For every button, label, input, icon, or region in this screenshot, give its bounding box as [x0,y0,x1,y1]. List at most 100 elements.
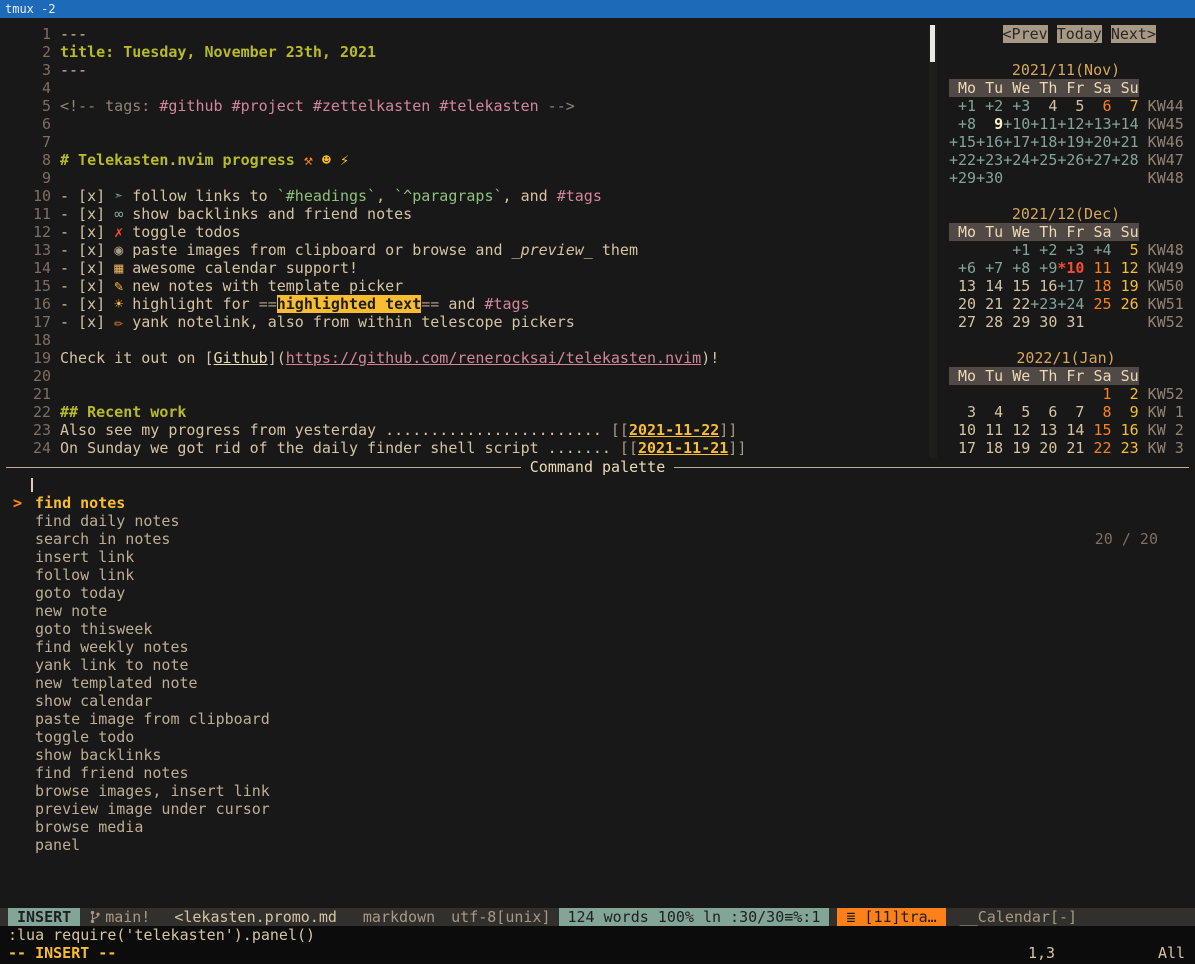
editor-line[interactable]: 11- [x] ∞ show backlinks and friend note… [8,205,929,223]
calendar-day[interactable]: 7 [1057,403,1084,421]
calendar-day[interactable]: 13 [1030,421,1057,439]
calendar-day[interactable]: 10 [949,421,976,439]
command-line[interactable]: :lua require('telekasten').panel() [0,926,1195,944]
calendar-day[interactable]: +9 [1030,259,1057,277]
calendar-day[interactable]: +11 [1030,115,1057,133]
calendar-day[interactable]: 6 [1030,403,1057,421]
github-link[interactable]: Github [214,349,268,367]
calendar-day[interactable]: +30 [976,169,1003,187]
palette-item[interactable]: goto thisweek [0,620,1195,638]
palette-item[interactable]: yank link to note [0,656,1195,674]
editor-line[interactable]: 16- [x] ☀ highlight for ==highlighted te… [8,295,929,313]
calendar-day[interactable]: +24 [1057,295,1084,313]
calendar-day[interactable]: 8 [1084,403,1111,421]
calendar-day[interactable]: 4 [1030,97,1057,115]
calendar-day[interactable]: 19 [1112,277,1139,295]
editor-line[interactable]: 17- [x] ✏ yank notelink, also from withi… [8,313,929,331]
editor-line[interactable]: 2title: Tuesday, November 23th, 2021 [8,43,929,61]
editor-line[interactable]: 1--- [8,25,929,43]
palette-prompt-input[interactable]: > 20 / 20 [0,476,1195,494]
calendar-day[interactable]: +23 [976,151,1003,169]
editor-pane[interactable]: 1---2title: Tuesday, November 23th, 2021… [0,25,929,458]
calendar-day[interactable]: +10 [1003,115,1030,133]
calendar-day[interactable]: 12 [1112,259,1139,277]
calendar-day[interactable]: 25 [1084,295,1111,313]
calendar-day[interactable]: +8 [949,115,976,133]
calendar-day[interactable]: +29 [949,169,976,187]
calendar-day[interactable]: 21 [976,295,1003,313]
calendar-day[interactable]: 1 [1084,385,1111,403]
editor-line[interactable]: 14- [x] ▦ awesome calendar support! [8,259,929,277]
calendar-day[interactable]: +8 [1003,259,1030,277]
calendar-day[interactable]: +21 [1112,133,1139,151]
calendar-day[interactable]: 22 [1084,439,1111,457]
editor-line[interactable]: 15- [x] ✎ new notes with template picker [8,277,929,295]
calendar-day[interactable]: 26 [1112,295,1139,313]
calendar-day[interactable]: 31 [1057,313,1084,331]
editor-line[interactable]: 23Also see my progress from yesterday ..… [8,421,929,439]
palette-item[interactable]: paste image from clipboard [0,710,1195,728]
palette-item[interactable]: browse media [0,818,1195,836]
calendar-day[interactable]: +22 [949,151,976,169]
calendar-day[interactable]: 15 [1003,277,1030,295]
palette-item[interactable]: find daily notes [0,512,1195,530]
calendar-day[interactable]: 5 [1112,241,1139,259]
calendar-day[interactable]: 20 [1030,439,1057,457]
calendar-day[interactable]: 23 [1112,439,1139,457]
palette-item[interactable]: panel [0,836,1195,854]
calendar-day-today[interactable]: *10 [1057,259,1084,277]
calendar-day[interactable]: 27 [949,313,976,331]
calendar-day[interactable]: 11 [976,421,1003,439]
text-run[interactable]: #tags [557,187,602,205]
calendar-next-button[interactable]: Next> [1111,25,1156,43]
calendar-day[interactable]: 5 [1003,403,1030,421]
palette-item[interactable]: preview image under cursor [0,800,1195,818]
text-run[interactable]: #tags [484,295,529,313]
calendar-day[interactable]: +25 [1030,151,1057,169]
calendar-day[interactable]: 16 [1030,277,1057,295]
palette-item[interactable]: show calendar [0,692,1195,710]
palette-item[interactable]: follow link [0,566,1195,584]
calendar-day[interactable]: 18 [1084,277,1111,295]
github-url[interactable]: https://github.com/renerocksai/telekaste… [286,349,701,367]
wiki-link-2021-11-22[interactable]: 2021-11-22 [629,421,719,439]
calendar-day[interactable]: +4 [1084,241,1111,259]
text-run[interactable]: #github [159,97,222,115]
calendar-day[interactable]: 18 [976,439,1003,457]
calendar-day[interactable]: +20 [1084,133,1111,151]
calendar-day[interactable]: +7 [976,259,1003,277]
calendar-day[interactable]: 9 [976,115,1003,133]
editor-line[interactable]: 8# Telekasten.nvim progress ⚒ ☻ ⚡ [8,151,929,169]
calendar-day[interactable]: 12 [1003,421,1030,439]
calendar-day[interactable]: +18 [1030,133,1057,151]
calendar-day[interactable]: 11 [1084,259,1111,277]
palette-item[interactable]: search in notes [0,530,1195,548]
editor-line[interactable]: 9 [8,169,929,187]
calendar-day[interactable]: 4 [976,403,1003,421]
editor-line[interactable]: 21 [8,385,929,403]
palette-item[interactable]: find weekly notes [0,638,1195,656]
calendar-day[interactable]: +2 [976,97,1003,115]
text-run[interactable]: #project [232,97,304,115]
calendar-day[interactable]: 3 [949,403,976,421]
calendar-day[interactable]: +15 [949,133,976,151]
calendar-day[interactable]: 30 [1030,313,1057,331]
calendar-day[interactable]: 29 [1003,313,1030,331]
calendar-day[interactable]: +17 [1057,277,1084,295]
calendar-day[interactable]: +27 [1084,151,1111,169]
calendar-day[interactable]: +1 [949,97,976,115]
calendar-day[interactable]: 28 [976,313,1003,331]
calendar-day[interactable]: +6 [949,259,976,277]
calendar-day[interactable]: 13 [949,277,976,295]
calendar-day[interactable]: 20 [949,295,976,313]
calendar-day[interactable]: 16 [1112,421,1139,439]
text-run[interactable]: #telekasten [439,97,538,115]
calendar-day[interactable]: +17 [1003,133,1030,151]
palette-item[interactable]: new templated note [0,674,1195,692]
calendar-day[interactable]: 6 [1084,97,1111,115]
editor-line[interactable]: 19Check it out on [Github](https://githu… [8,349,929,367]
calendar-day[interactable]: 9 [1112,403,1139,421]
editor-line[interactable]: 24On Sunday we got rid of the daily find… [8,439,929,457]
calendar-day[interactable]: +13 [1084,115,1111,133]
calendar-today-button[interactable]: Today [1057,25,1102,43]
